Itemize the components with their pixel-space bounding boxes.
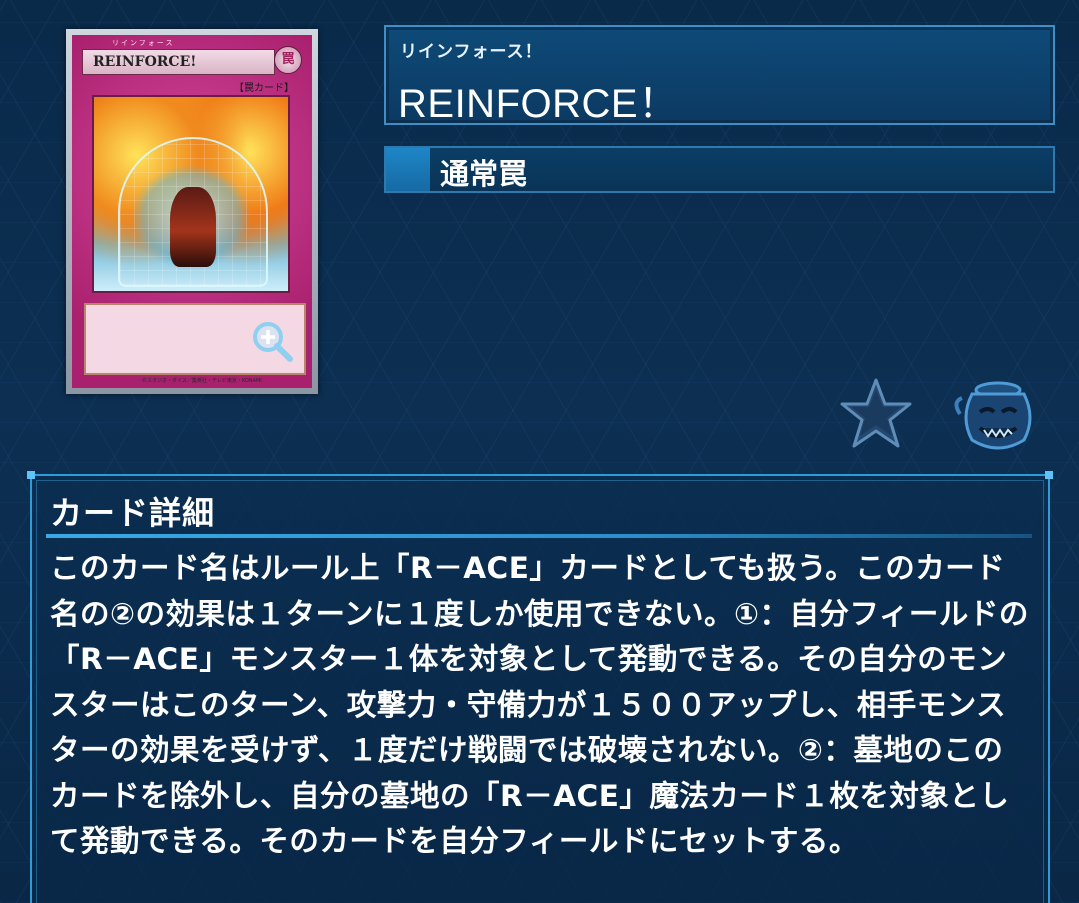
- card-name-ruby: リインフォース！: [400, 42, 543, 62]
- card-face: リインフォース REINFORCE! 罠 【罠カード】 ©スタジオ・ダイス／集英…: [72, 35, 312, 388]
- card-name-bar: REINFORCE!: [82, 49, 275, 75]
- card-effect-text: このカード名はルール上「R－ACE」カードとしても扱う。このカード名の②の効果は…: [50, 551, 1029, 858]
- trap-attribute-icon: 罠: [274, 46, 302, 74]
- detail-title-underline: [46, 534, 1032, 538]
- card-ruby-text: リインフォース: [112, 39, 175, 47]
- pot-of-greed-icon[interactable]: [950, 378, 1040, 454]
- card-text-box: [84, 303, 306, 375]
- magnify-plus-icon[interactable]: [250, 319, 294, 363]
- panel-corner-marker: [27, 471, 35, 479]
- card-type-label: 【罠カード】: [234, 83, 294, 94]
- panel-corner-marker: [1045, 471, 1053, 479]
- card-name: REINFORCE！: [398, 82, 679, 126]
- art-figure: [170, 187, 216, 267]
- star-icon[interactable]: [838, 376, 914, 452]
- card-name-panel: リインフォース！ REINFORCE！: [384, 25, 1055, 126]
- type-color-swatch: [386, 148, 430, 191]
- card-detail-panel: カード詳細 このカード名はルール上「R－ACE」カードとしても扱う。このカード名…: [27, 471, 1053, 903]
- card-type-panel: 通常罠: [384, 146, 1055, 193]
- detail-title: カード詳細: [50, 494, 216, 532]
- card-artwork: [92, 95, 290, 293]
- card-copyright: ©スタジオ・ダイス／集英社・テレビ東京・KONAMI: [142, 378, 262, 384]
- card-type: 通常罠: [440, 157, 528, 191]
- card-image[interactable]: リインフォース REINFORCE! 罠 【罠カード】 ©スタジオ・ダイス／集英…: [66, 29, 318, 394]
